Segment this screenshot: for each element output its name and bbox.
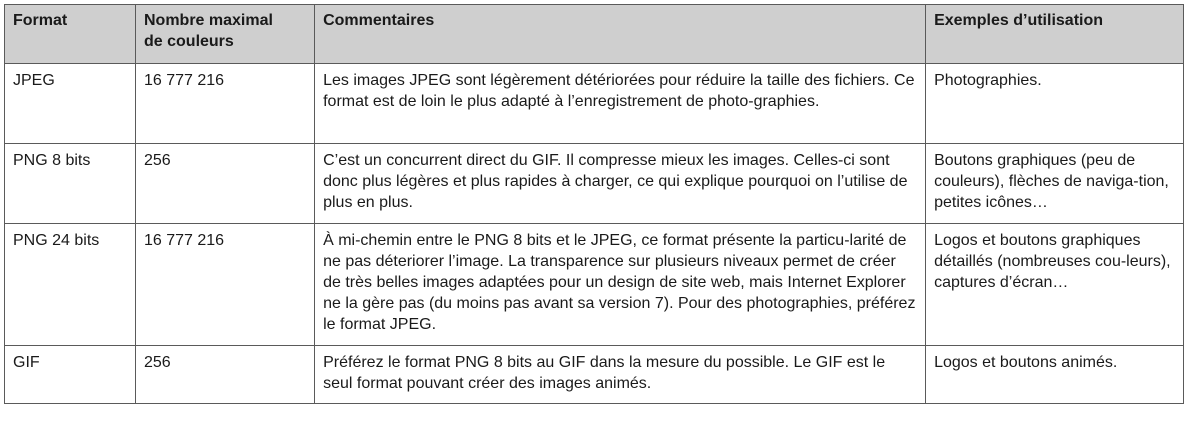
cell-format: PNG 24 bits (4, 223, 136, 346)
cell-comment: Les images JPEG sont légèrement détérior… (314, 63, 927, 144)
cell-format: JPEG (4, 63, 136, 144)
table-row-gif: GIF 256 Préférez le format PNG 8 bits au… (4, 345, 1184, 404)
cell-max-colors: 256 (134, 345, 316, 404)
header-examples: Exemples d’utilisation (925, 4, 1184, 64)
table-row-png24: PNG 24 bits 16 777 216 À mi-chemin entre… (4, 223, 1184, 346)
cell-max-colors: 256 (134, 143, 316, 224)
table-header: Format Nombre maximal de couleurs Comment… (4, 4, 1184, 64)
table-row-jpeg: JPEG 16 777 216 Les images JPEG sont lég… (4, 63, 1184, 144)
header-max-colors-line2: de couleurs (144, 33, 234, 50)
header-format: Format (4, 4, 136, 64)
table-row-png8: PNG 8 bits 256 C’est un concurrent direc… (4, 143, 1184, 224)
header-comments: Commentaires (314, 4, 927, 64)
header-max-colors-line1: Nombre maximal (144, 12, 273, 29)
cell-comment: Préférez le format PNG 8 bits au GIF dan… (314, 345, 927, 404)
cell-format: GIF (4, 345, 136, 404)
cell-comment: C’est un concurrent direct du GIF. Il co… (314, 143, 927, 224)
header-max-colors: Nombre maximal de couleurs (134, 4, 316, 64)
cell-examples: Logos et boutons graphiques détaillés (n… (925, 223, 1184, 346)
cell-examples: Boutons graphiques (peu de couleurs), fl… (925, 143, 1184, 224)
image-formats-table: Format Nombre maximal de couleurs Comment… (4, 4, 1184, 404)
header-row: Format Nombre maximal de couleurs Comment… (4, 4, 1184, 64)
cell-max-colors: 16 777 216 (134, 63, 316, 144)
cell-format: PNG 8 bits (4, 143, 136, 224)
cell-max-colors: 16 777 216 (134, 223, 316, 346)
cell-examples: Photographies. (925, 63, 1184, 144)
cell-comment: À mi-chemin entre le PNG 8 bits et le JP… (314, 223, 927, 346)
table-body: JPEG 16 777 216 Les images JPEG sont lég… (4, 63, 1184, 404)
cell-examples: Logos et boutons animés. (925, 345, 1184, 404)
